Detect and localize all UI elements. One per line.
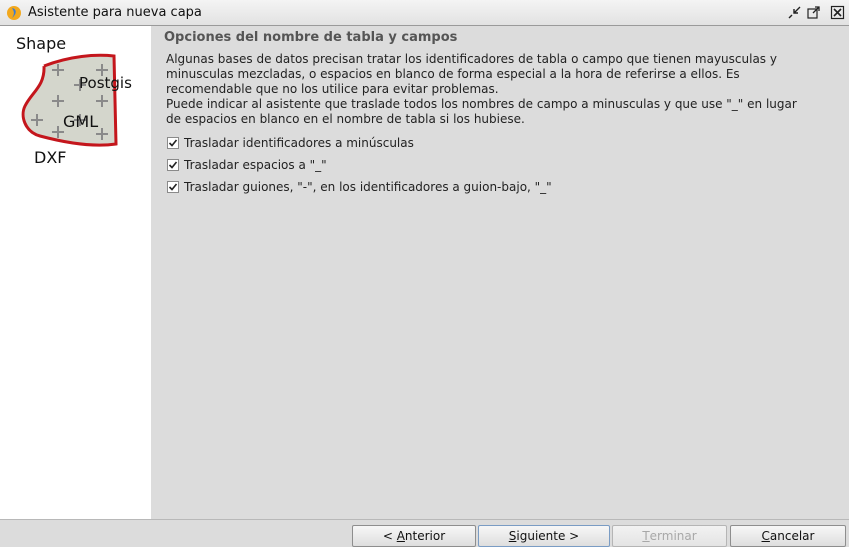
app-icon: [7, 6, 21, 20]
postgis-label: Postgis: [79, 74, 132, 92]
window-titlebar: Asistente para nueva capa: [0, 0, 849, 26]
description-line: minusculas mezcladas, o espacios en blan…: [166, 67, 740, 81]
close-icon[interactable]: [830, 5, 845, 20]
description-line: de espacios en blanco en el nombre de ta…: [166, 112, 525, 126]
wizard-content: Opciones del nombre de tabla y campos Al…: [151, 26, 849, 519]
next-button[interactable]: Siguiente >: [478, 525, 610, 547]
gml-label: GML: [63, 112, 99, 131]
checkbox-lowercase[interactable]: [167, 137, 179, 149]
option-spaces[interactable]: Trasladar espacios a "_": [167, 157, 327, 173]
option-spaces-label[interactable]: Trasladar espacios a "_": [184, 158, 327, 172]
option-lowercase[interactable]: Trasladar identificadores a minúsculas: [167, 135, 414, 151]
checkbox-hyphens[interactable]: [167, 181, 179, 193]
button-bar: < Anterior Siguiente > Terminar Cancelar: [0, 519, 849, 547]
option-hyphens-label[interactable]: Trasladar guiones, "-", en los identific…: [184, 180, 552, 194]
checkmark-icon: [168, 139, 178, 147]
option-lowercase-label[interactable]: Trasladar identificadores a minúsculas: [184, 136, 414, 150]
maximize-icon[interactable]: [806, 5, 821, 20]
cancel-button[interactable]: Cancelar: [730, 525, 846, 547]
checkbox-spaces[interactable]: [167, 159, 179, 171]
shape-label: Shape: [16, 34, 67, 53]
dxf-label: DXF: [34, 148, 67, 167]
section-title: Opciones del nombre de tabla y campos: [164, 30, 458, 45]
option-hyphens[interactable]: Trasladar guiones, "-", en los identific…: [167, 179, 552, 195]
description-line: recomendable que no los utilice para evi…: [166, 82, 499, 96]
wizard-sidebar: Shape Postgis GML DXF: [0, 26, 151, 519]
description-line: Puede indicar al asistente que traslade …: [166, 97, 797, 111]
description: Algunas bases de datos precisan tratar l…: [166, 52, 836, 127]
window-title: Asistente para nueva capa: [28, 5, 202, 20]
finish-button[interactable]: Terminar: [612, 525, 727, 547]
back-button[interactable]: < Anterior: [352, 525, 476, 547]
description-line: Algunas bases de datos precisan tratar l…: [166, 52, 777, 66]
minimize-icon[interactable]: [787, 5, 802, 20]
checkmark-icon: [168, 183, 178, 191]
checkmark-icon: [168, 161, 178, 169]
